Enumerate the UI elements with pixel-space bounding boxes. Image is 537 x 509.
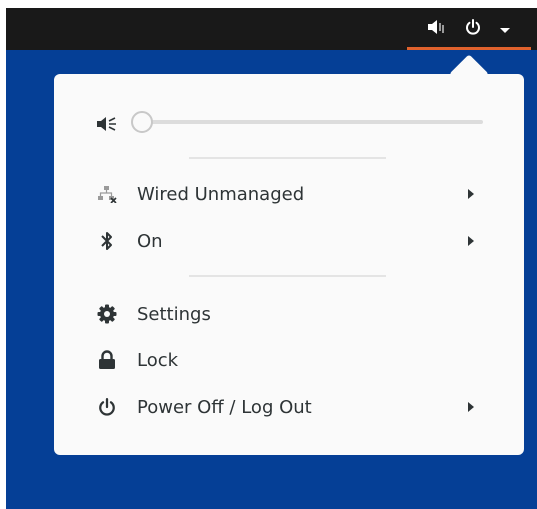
top-bar xyxy=(6,8,537,50)
menu-item-settings[interactable]: Settings xyxy=(54,292,524,336)
menu-item-power-off[interactable]: Power Off / Log Out xyxy=(54,385,524,429)
menu-item-label: Wired Unmanaged xyxy=(137,183,305,205)
network-wired-icon xyxy=(96,183,118,205)
menu-item-label: On xyxy=(137,230,163,252)
power-icon xyxy=(465,19,481,39)
menu-item-label: Lock xyxy=(137,349,179,371)
system-status-area[interactable] xyxy=(407,8,531,50)
menu-item-label: Settings xyxy=(137,303,211,325)
menu-item-lock[interactable]: Lock xyxy=(54,338,524,382)
system-menu: Wired Unmanaged On Settings Lock Power O… xyxy=(54,74,524,455)
volume-slider[interactable] xyxy=(131,111,483,133)
separator xyxy=(189,275,386,277)
status-area-highlight xyxy=(407,47,531,50)
lock-icon xyxy=(96,349,118,371)
speaker-muted-icon xyxy=(96,113,118,135)
menu-item-bluetooth[interactable]: On xyxy=(54,219,524,263)
submenu-arrow-icon xyxy=(466,234,476,248)
volume-slider-handle[interactable] xyxy=(131,111,153,133)
bluetooth-icon xyxy=(96,230,118,252)
volume-row xyxy=(54,102,524,146)
submenu-arrow-icon xyxy=(466,187,476,201)
menu-item-label: Power Off / Log Out xyxy=(137,396,312,418)
submenu-arrow-icon xyxy=(466,400,476,414)
speaker-icon xyxy=(427,19,447,39)
separator xyxy=(189,157,386,159)
dropdown-arrow-icon xyxy=(499,20,511,39)
power-icon xyxy=(96,396,118,418)
gear-icon xyxy=(96,303,118,325)
menu-item-wired[interactable]: Wired Unmanaged xyxy=(54,172,524,216)
